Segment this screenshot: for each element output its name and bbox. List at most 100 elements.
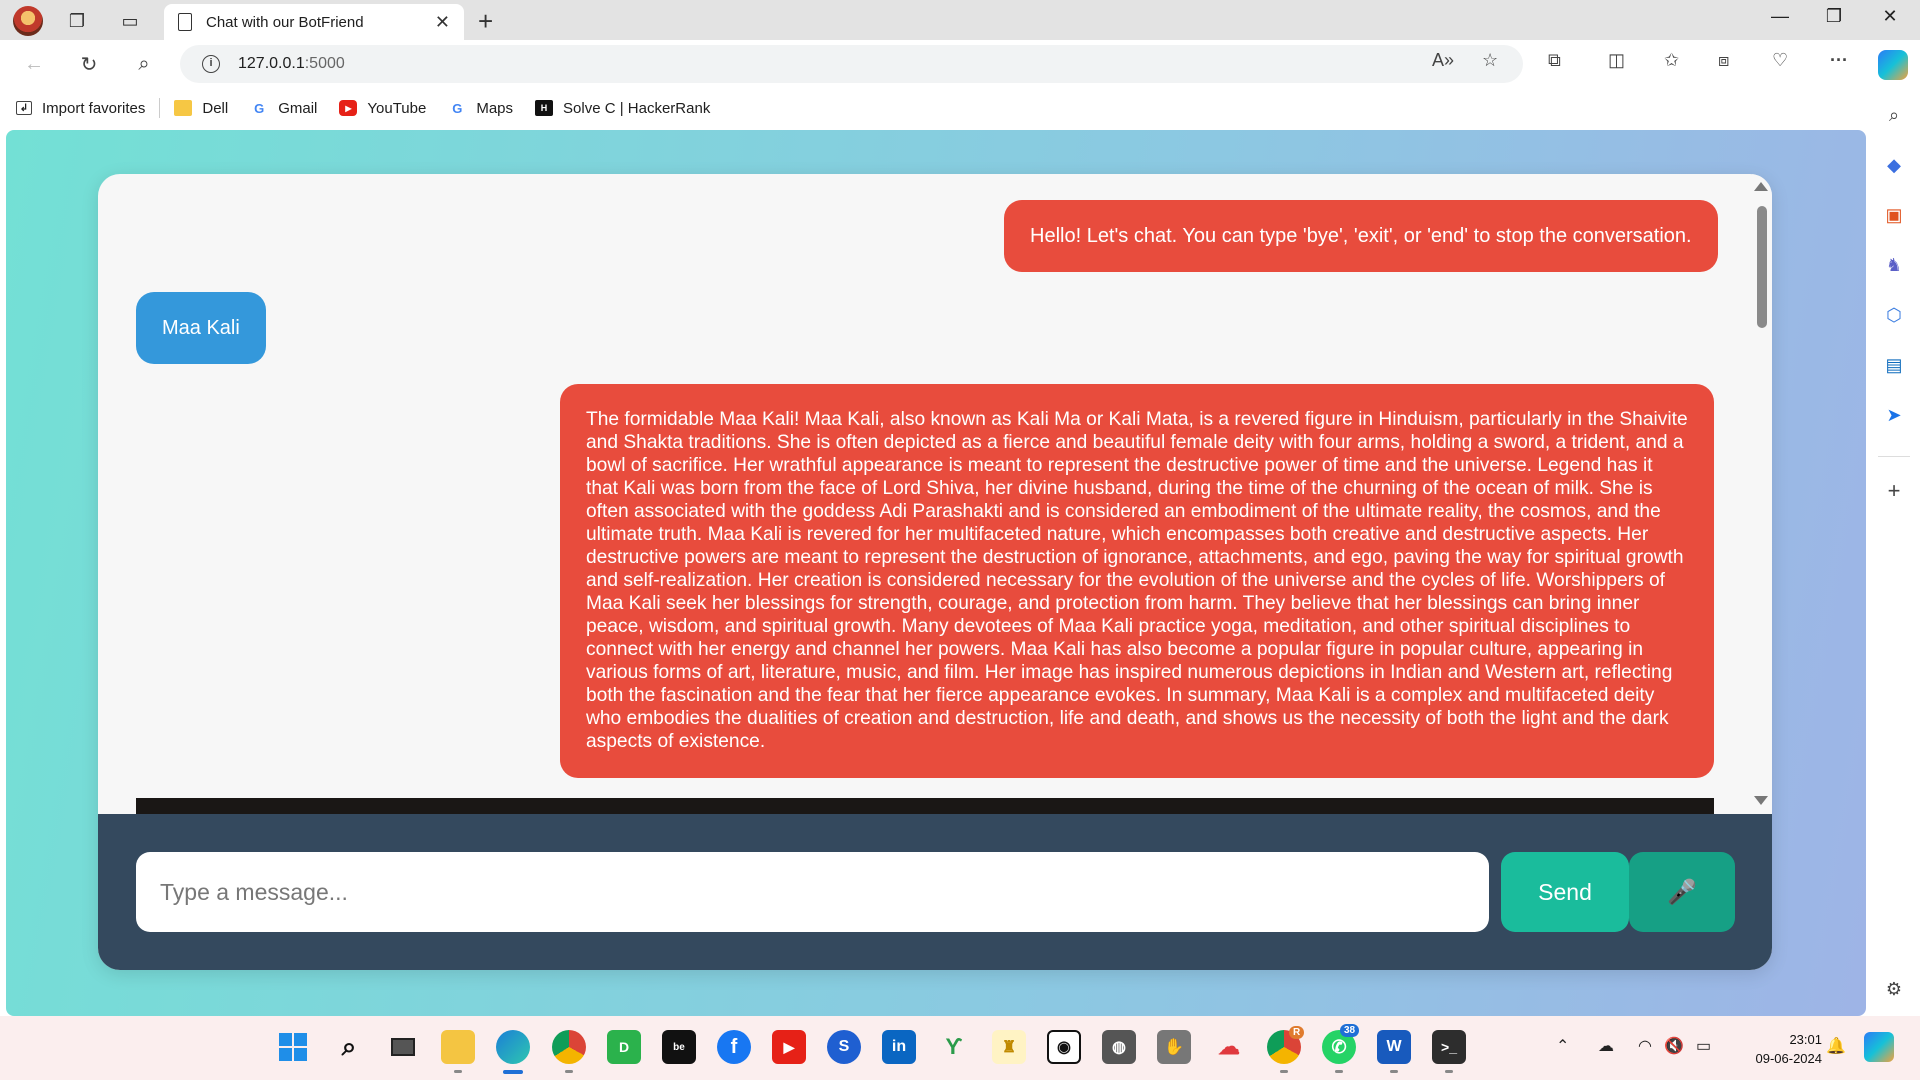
- bewakoof-icon[interactable]: be: [662, 1030, 696, 1064]
- app-icon[interactable]: ϒ: [937, 1030, 971, 1064]
- user-message: Maa Kali: [136, 292, 266, 364]
- folder-icon: [174, 100, 193, 116]
- windows-start-icon[interactable]: [276, 1030, 310, 1064]
- sidebar-divider: [1878, 456, 1910, 457]
- file-explorer-icon[interactable]: [441, 1030, 475, 1064]
- show-hidden-icons-chevron-icon[interactable]: ⌃: [1556, 1036, 1569, 1056]
- running-indicator: [1390, 1070, 1398, 1073]
- bot-message: The formidable Maa Kali! Maa Kali, also …: [560, 384, 1714, 778]
- scrollbar-thumb[interactable]: [1757, 206, 1767, 328]
- back-button[interactable]: ←: [20, 50, 48, 78]
- profile-avatar[interactable]: [13, 6, 43, 36]
- edge-browser-icon[interactable]: [496, 1030, 530, 1064]
- tab-active[interactable]: Chat with our BotFriend ✕: [164, 4, 464, 40]
- search-icon[interactable]: ⌕: [1883, 104, 1905, 126]
- bookmark-label: Dell: [202, 99, 229, 117]
- bookmark-dell[interactable]: Dell: [174, 100, 228, 117]
- chrome-icon[interactable]: [552, 1030, 586, 1064]
- windows-taskbar: ⌕ D be f ▶ S in ϒ ♜ ◉ ◍ ✋ ☁ R ✆ 38 W >_ …: [0, 1016, 1920, 1080]
- bookmark-label: YouTube: [367, 99, 427, 117]
- google-icon: G: [452, 100, 463, 116]
- minimize-button[interactable]: —: [1760, 6, 1800, 27]
- onedrive-icon[interactable]: ☁: [1598, 1036, 1614, 1056]
- add-icon[interactable]: +: [1883, 478, 1905, 503]
- hackerrank-icon: H: [535, 100, 554, 116]
- split-screen-icon[interactable]: ◫: [1608, 50, 1625, 71]
- tools-icon[interactable]: ▣: [1883, 204, 1905, 226]
- read-aloud-icon[interactable]: A»: [1432, 50, 1454, 71]
- dictionary-app-icon[interactable]: D: [607, 1030, 641, 1064]
- word-icon[interactable]: W: [1377, 1030, 1411, 1064]
- task-view-icon[interactable]: [386, 1030, 420, 1064]
- app-icon[interactable]: ♜: [992, 1030, 1026, 1064]
- send-button[interactable]: Send: [1501, 852, 1629, 932]
- system-clock[interactable]: 23:01 09-06-2024: [1742, 1030, 1823, 1068]
- microphone-button[interactable]: 🎤: [1629, 852, 1735, 932]
- wifi-icon[interactable]: ◠: [1638, 1036, 1652, 1056]
- scroll-up-arrow-icon[interactable]: [1754, 182, 1768, 191]
- restore-button[interactable]: ❐: [1814, 6, 1854, 27]
- close-tab-icon[interactable]: ✕: [435, 12, 450, 33]
- copilot-icon[interactable]: [1864, 1032, 1894, 1062]
- facebook-icon[interactable]: f: [717, 1030, 751, 1064]
- running-indicator: [565, 1070, 573, 1073]
- shopping-tag-icon[interactable]: ◆: [1883, 154, 1905, 176]
- bookmark-label: Import favorites: [42, 99, 146, 117]
- close-window-button[interactable]: ✕: [1870, 6, 1910, 27]
- refresh-button[interactable]: ↻: [75, 50, 103, 78]
- youtube-icon[interactable]: ▶: [772, 1030, 806, 1064]
- chrome-profile-badge: R: [1289, 1026, 1305, 1039]
- bookmark-import-favorites[interactable]: ↲ Import favorites: [16, 100, 145, 117]
- google-icon: G: [254, 100, 265, 116]
- running-indicator: [454, 1070, 462, 1073]
- page-icon: [178, 13, 192, 31]
- chat-container: Hello! Let's chat. You can type 'bye', '…: [98, 174, 1772, 970]
- chat-messages[interactable]: Hello! Let's chat. You can type 'bye', '…: [98, 174, 1772, 814]
- youtube-icon: ▶: [339, 100, 358, 116]
- bookmark-hackerrank[interactable]: H Solve C | HackerRank: [535, 100, 710, 117]
- shopping-app-icon[interactable]: S: [827, 1030, 861, 1064]
- linkedin-icon[interactable]: in: [882, 1030, 916, 1064]
- favorites-icon[interactable]: ✩: [1664, 50, 1679, 71]
- bookmark-gmail[interactable]: G Gmail: [250, 100, 317, 117]
- whatsapp-badge: 38: [1340, 1024, 1360, 1037]
- outlook-icon[interactable]: ▤: [1883, 354, 1905, 376]
- extensions-icon[interactable]: ⧉: [1548, 50, 1561, 71]
- browser-essentials-icon[interactable]: ♡: [1772, 50, 1788, 71]
- running-indicator: [1445, 1070, 1453, 1073]
- workspaces-icon[interactable]: ❐: [64, 8, 90, 34]
- app-icon[interactable]: ✋: [1157, 1030, 1191, 1064]
- new-tab-button[interactable]: +: [478, 6, 493, 37]
- cloud-app-icon[interactable]: ☁: [1212, 1030, 1246, 1064]
- search-icon[interactable]: ⌕: [332, 1030, 366, 1064]
- settings-gear-icon[interactable]: ⚙: [1883, 978, 1905, 1000]
- drop-icon[interactable]: ➤: [1883, 404, 1905, 426]
- app-icon[interactable]: ◍: [1102, 1030, 1136, 1064]
- microsoft-365-icon[interactable]: ⬡: [1883, 304, 1905, 326]
- running-indicator: [1335, 1070, 1343, 1073]
- bookmark-divider: [159, 98, 161, 118]
- more-menu-icon[interactable]: ···: [1830, 50, 1848, 71]
- app-icon[interactable]: ◉: [1047, 1030, 1081, 1064]
- favorite-star-icon[interactable]: ☆: [1482, 50, 1498, 71]
- running-indicator: [1280, 1070, 1288, 1073]
- games-icon[interactable]: ♞: [1883, 254, 1905, 276]
- battery-icon[interactable]: ▭: [1696, 1036, 1711, 1056]
- bookmark-youtube[interactable]: ▶ YouTube: [339, 100, 426, 117]
- bot-message: Hello! Let's chat. You can type 'bye', '…: [1004, 200, 1718, 272]
- import-icon: ↲: [16, 101, 32, 115]
- address-bar[interactable]: i 127.0.0.1:5000: [180, 45, 1523, 83]
- volume-muted-icon[interactable]: 🔇: [1664, 1036, 1684, 1056]
- collections-icon[interactable]: ⧈: [1718, 50, 1729, 71]
- site-info-icon[interactable]: i: [202, 55, 220, 73]
- bookmark-maps[interactable]: G Maps: [448, 100, 513, 117]
- search-icon[interactable]: ⌕: [130, 50, 158, 78]
- tab-actions-icon[interactable]: ▭: [117, 8, 143, 34]
- tab-title: Chat with our BotFriend: [206, 13, 364, 31]
- message-input[interactable]: [136, 852, 1489, 932]
- edge-sidebar: ⌕ ◆ ▣ ♞ ⬡ ▤ ➤ + ⚙: [1868, 88, 1920, 1016]
- scroll-down-arrow-icon[interactable]: [1754, 796, 1768, 805]
- copilot-icon[interactable]: [1878, 50, 1908, 80]
- terminal-icon[interactable]: >_: [1432, 1030, 1466, 1064]
- notifications-bell-icon[interactable]: 🔔: [1826, 1036, 1846, 1056]
